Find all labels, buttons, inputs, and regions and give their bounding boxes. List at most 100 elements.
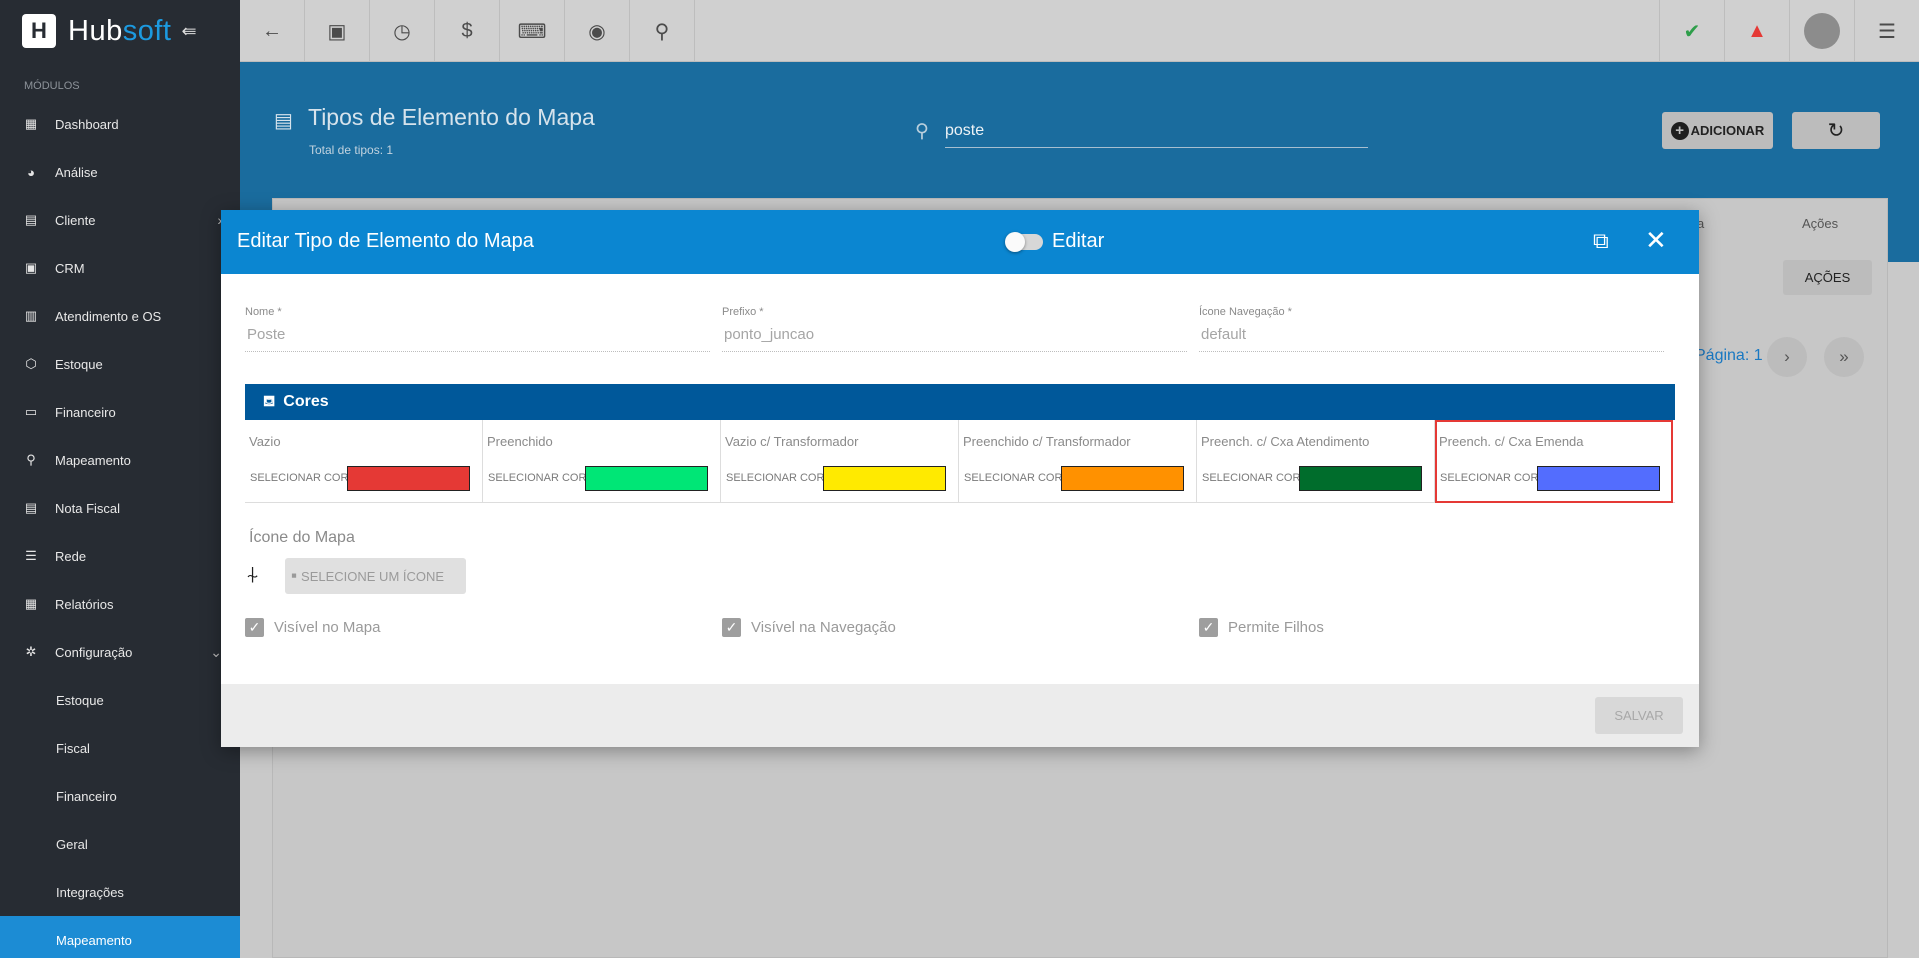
row-actions-button[interactable]: AÇÕES [1783, 260, 1872, 295]
color-swatch[interactable] [585, 466, 708, 491]
sidebar-item-financeiro[interactable]: ▭ Financeiro [0, 388, 240, 436]
dashboard-icon: ▦ [24, 116, 38, 131]
gear-icon: ✲ [25, 644, 37, 659]
sidebar-item-mapeamento[interactable]: ⚲ Mapeamento [0, 436, 240, 484]
back-arrow-icon[interactable]: ← [240, 0, 305, 62]
toggle-knob [1005, 232, 1025, 252]
colors-row: Vazio SELECIONAR COR Preenchido SELECION… [245, 420, 1675, 503]
menu-list-icon[interactable]: ☰ [1854, 0, 1919, 62]
select-color-button[interactable]: SELECIONAR COR [1202, 472, 1300, 484]
select-color-button[interactable]: SELECIONAR COR [726, 472, 824, 484]
colors-header: ⛾ Cores [245, 384, 1675, 420]
checkbox-checked-icon: ✓ [1199, 618, 1218, 637]
pie-chart-icon: ◕ [27, 164, 35, 180]
color-label: Preenchido c/ Transformador [963, 434, 1131, 449]
save-button[interactable]: SALVAR [1595, 697, 1683, 734]
total-types: Total de tipos: 1 [309, 143, 394, 157]
signpost-icon: ⍭ [246, 562, 260, 587]
select-color-button[interactable]: SELECIONAR COR [964, 472, 1062, 484]
calendar-icon: ▥ [24, 308, 38, 323]
sidebar-subitem-integracoes[interactable]: Integrações [0, 868, 240, 916]
search-icon[interactable]: ⚲ [630, 0, 695, 62]
color-label: Preench. c/ Cxa Atendimento [1201, 434, 1370, 449]
select-color-button[interactable]: SELECIONAR COR [488, 472, 586, 484]
color-label: Vazio c/ Transformador [725, 434, 859, 449]
select-color-button[interactable]: SELECIONAR COR [250, 472, 348, 484]
dialog-footer: SALVAR [221, 684, 1699, 747]
chat-check-icon[interactable]: ✔ [1659, 0, 1724, 62]
sidebar: H Hubsoft ⇚ MÓDULOS ▦ Dashboard ◕ Análise … [0, 0, 240, 958]
color-swatch[interactable] [1537, 466, 1660, 491]
nome-field[interactable]: Nome * Poste [245, 306, 710, 352]
contact-icon: ▤ [24, 212, 38, 227]
color-cell-vazio: Vazio SELECIONAR COR [245, 420, 483, 503]
add-button[interactable]: + ADICIONAR [1662, 112, 1773, 149]
edit-dialog: Editar Tipo de Elemento do Mapa Editar ⧉… [221, 210, 1699, 747]
checkbox-checked-icon: ✓ [245, 618, 264, 637]
search-icon: ⚲ [915, 121, 929, 142]
collapse-sidebar-icon[interactable]: ⇚ [181, 21, 196, 42]
sidebar-item-crm[interactable]: ▣ CRM [0, 244, 240, 292]
invoice-icon: ▤ [24, 500, 38, 515]
eye-icon[interactable]: ◉ [565, 0, 630, 62]
close-icon[interactable]: ✕ [1645, 225, 1667, 256]
color-swatch[interactable] [1299, 466, 1422, 491]
icone-navegacao-field[interactable]: Ícone Navegação * default [1199, 306, 1664, 352]
sidebar-item-estoque[interactable]: ⬡ Estoque [0, 340, 240, 388]
sidebar-subitem-fiscal[interactable]: Fiscal [0, 724, 240, 772]
prefixo-value: ponto_juncao [722, 326, 1187, 352]
prefixo-field[interactable]: Prefixo * ponto_juncao [722, 306, 1187, 352]
logo: H Hubsoft ⇚ [0, 0, 240, 62]
hubsoft-logo-icon: H [22, 14, 56, 48]
sidebar-item-cliente[interactable]: ▤ Cliente › [0, 196, 240, 244]
avatar [1804, 13, 1840, 49]
server-icon: ☰ [25, 548, 37, 563]
bell-alert-icon[interactable]: ▲ [1724, 0, 1789, 62]
select-icon-button[interactable]: ▪ SELECIONE UM ÍCONE [285, 558, 466, 594]
icone-navegacao-label: Ícone Navegação * [1199, 306, 1292, 318]
report-icon: ▦ [24, 596, 38, 611]
sidebar-subitem-mapeamento[interactable]: Mapeamento [0, 916, 240, 958]
contact-card-icon[interactable]: ▣ [305, 0, 370, 62]
top-toolbar: ← ▣ ◷ $ ⌨ ◉ ⚲ ✔ ▲ ☰ [240, 0, 1919, 62]
sidebar-item-atendimento[interactable]: ▥ Atendimento e OS [0, 292, 240, 340]
select-color-button[interactable]: SELECIONAR COR [1440, 472, 1538, 484]
visible-on-map-checkbox[interactable]: ✓ Visível no Mapa [245, 618, 380, 637]
refresh-icon: ↻ [1827, 120, 1845, 142]
edit-toggle[interactable] [1005, 232, 1043, 252]
terminal-icon[interactable]: ⌨ [500, 0, 565, 62]
copy-icon[interactable]: ⧉ [1593, 228, 1609, 254]
last-page-button[interactable]: » [1824, 337, 1864, 377]
sidebar-subitem-financeiro[interactable]: Financeiro [0, 772, 240, 820]
nome-value: Poste [245, 326, 710, 352]
sidebar-item-analise[interactable]: ◕ Análise [0, 148, 240, 196]
color-cell-cxa-emenda: Preench. c/ Cxa Emenda SELECIONAR COR [1435, 420, 1673, 503]
user-avatar-button[interactable] [1789, 0, 1854, 62]
dollar-icon[interactable]: $ [435, 0, 500, 62]
nome-label: Nome * [245, 306, 282, 318]
calendar-clock-icon[interactable]: ◷ [370, 0, 435, 62]
monitor-icon: ▤ [274, 110, 293, 132]
allow-children-checkbox[interactable]: ✓ Permite Filhos [1199, 618, 1324, 637]
sidebar-item-relatorios[interactable]: ▦ Relatórios [0, 580, 240, 628]
visible-in-navigation-checkbox[interactable]: ✓ Visível na Navegação [722, 618, 896, 637]
sidebar-item-nota-fiscal[interactable]: ▤ Nota Fiscal [0, 484, 240, 532]
color-swatch[interactable] [1061, 466, 1184, 491]
color-label: Vazio [249, 434, 281, 449]
sidebar-item-configuracao[interactable]: ✲ Configuração ⌄ [0, 628, 240, 676]
next-page-button[interactable]: › [1767, 337, 1807, 377]
prefixo-label: Prefixo * [722, 306, 764, 318]
color-swatch[interactable] [823, 466, 946, 491]
plus-circle-icon: + [1670, 121, 1689, 140]
box-icon: ⬡ [25, 356, 37, 371]
color-cell-cxa-atendimento: Preench. c/ Cxa Atendimento SELECIONAR C… [1197, 420, 1435, 503]
search-input[interactable] [945, 114, 1368, 148]
sidebar-subitem-geral[interactable]: Geral [0, 820, 240, 868]
table-header-actions: Ações [1802, 216, 1839, 231]
sidebar-item-rede[interactable]: ☰ Rede [0, 532, 240, 580]
sidebar-item-dashboard[interactable]: ▦ Dashboard [0, 100, 240, 148]
sidebar-subitem-estoque[interactable]: Estoque [0, 676, 240, 724]
color-swatch[interactable] [347, 466, 470, 491]
icone-navegacao-value: default [1199, 326, 1664, 352]
refresh-button[interactable]: ↻ [1792, 112, 1880, 149]
